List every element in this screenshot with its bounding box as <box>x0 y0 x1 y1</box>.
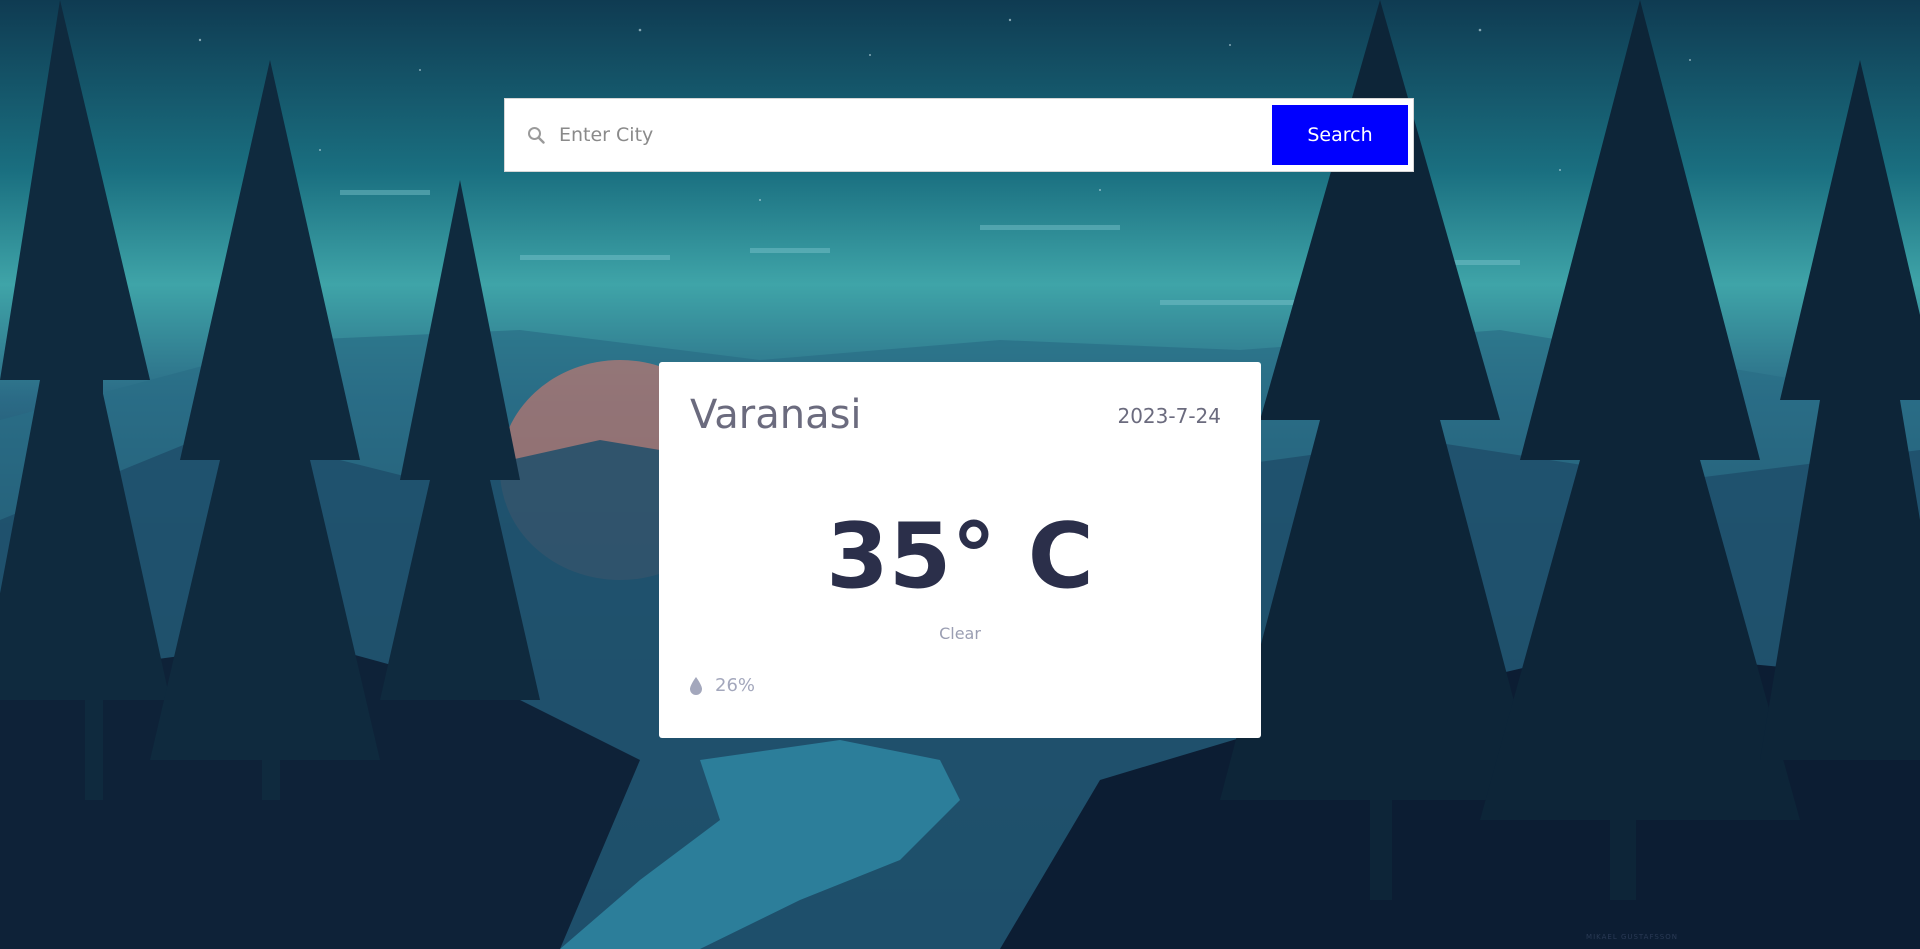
weather-date: 2023-7-24 <box>1117 404 1221 428</box>
water-drop-icon <box>689 676 703 696</box>
search-bar: Search <box>504 98 1414 172</box>
humidity-value: 26% <box>715 675 756 696</box>
weather-card: Varanasi 2023-7-24 35° C Clear 26% <box>659 362 1261 738</box>
temperature-value: 35° C <box>826 504 1094 609</box>
city-name: Varanasi <box>690 392 862 438</box>
search-button[interactable]: Search <box>1272 105 1408 165</box>
search-icon <box>525 124 547 146</box>
city-search-input[interactable] <box>557 114 1272 156</box>
humidity-row: 26% <box>689 675 755 696</box>
weather-condition: Clear <box>939 624 981 643</box>
artist-credit: MIKAEL GUSTAFSSON <box>1586 933 1678 941</box>
